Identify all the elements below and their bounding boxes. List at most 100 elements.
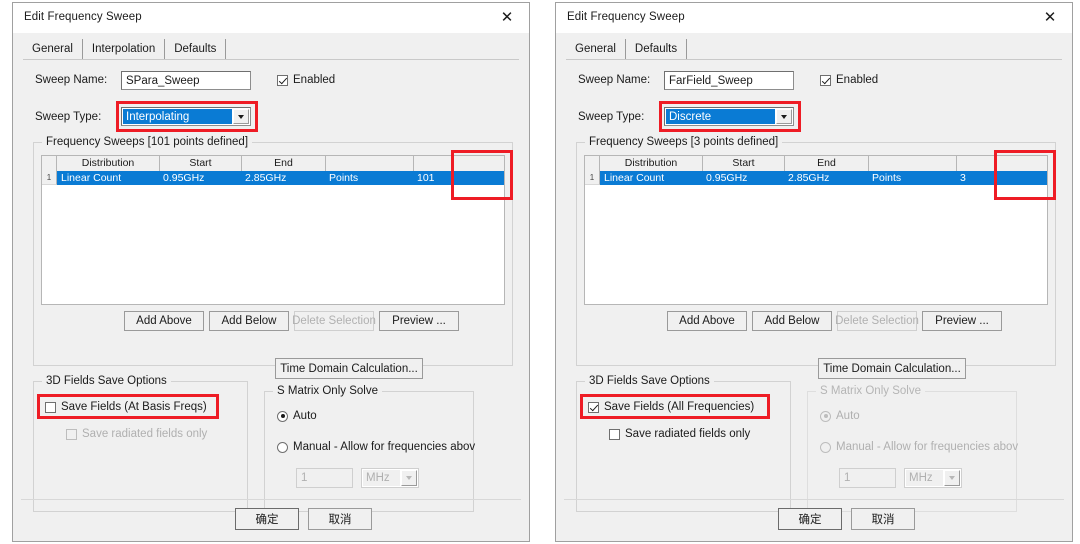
- s-matrix-only-solve-title: S Matrix Only Solve: [273, 385, 382, 397]
- chevron-down-icon: [401, 470, 417, 486]
- radio-circle: [277, 410, 288, 422]
- time-domain-calculation-button[interactable]: Time Domain Calculation...: [818, 358, 966, 379]
- grid-cell-end[interactable]: 2.85GHz: [785, 171, 869, 185]
- title-bar: Edit Frequency Sweep ✕: [556, 3, 1072, 34]
- tab-underline: [566, 59, 1062, 60]
- ok-button[interactable]: 确定: [235, 508, 299, 530]
- preview-button[interactable]: Preview ...: [379, 311, 459, 331]
- time-domain-calculation-button[interactable]: Time Domain Calculation...: [275, 358, 423, 379]
- checkbox-box: [609, 428, 620, 440]
- manual-frequency-unit-combobox: MHz: [904, 468, 962, 488]
- manual-label: Manual - Allow for frequencies abov: [293, 441, 476, 453]
- manual-radio[interactable]: Manual - Allow for frequencies abov: [277, 441, 475, 453]
- save-radiated-fields-checkbox: Save radiated fields only: [66, 428, 207, 440]
- auto-radio[interactable]: Auto: [277, 410, 317, 422]
- frequency-sweeps-grid[interactable]: Distribution Start End 1 Linear Count 0.…: [584, 155, 1048, 305]
- radio-circle: [820, 441, 831, 453]
- grid-corner-cell: [42, 156, 57, 171]
- delete-selection-button: Delete Selection: [292, 311, 376, 331]
- tab-general[interactable]: General: [566, 39, 626, 60]
- close-icon[interactable]: ✕: [1028, 3, 1072, 32]
- manual-label: Manual - Allow for frequencies abov: [836, 441, 1019, 453]
- chevron-down-icon: [944, 470, 960, 486]
- grid-cell-start[interactable]: 0.95GHz: [160, 171, 242, 185]
- dialog-title: Edit Frequency Sweep: [24, 11, 142, 23]
- grid-col-sweep-mode[interactable]: [326, 156, 414, 171]
- tab-interpolation[interactable]: Interpolation: [83, 39, 166, 59]
- tab-defaults[interactable]: Defaults: [165, 39, 227, 59]
- screenshot-root: Edit Frequency Sweep ✕ General Interpola…: [0, 0, 1080, 544]
- frequency-sweeps-grid[interactable]: Distribution Start End 1 Linear Count 0.…: [41, 155, 505, 305]
- edit-frequency-sweep-dialog-right: Edit Frequency Sweep ✕ General Defaults …: [555, 2, 1073, 542]
- auto-label: Auto: [293, 410, 317, 422]
- enabled-label: Enabled: [293, 74, 336, 86]
- tab-general[interactable]: General: [23, 39, 83, 60]
- checkbox-box: [45, 401, 56, 413]
- checkbox-box: [66, 428, 77, 440]
- grid-col-end[interactable]: End: [785, 156, 869, 171]
- save-fields-label: Save Fields (At Basis Freqs): [61, 401, 207, 413]
- sweep-type-combobox[interactable]: Discrete: [664, 107, 794, 126]
- grid-col-end[interactable]: End: [242, 156, 326, 171]
- save-fields-checkbox[interactable]: Save Fields (At Basis Freqs): [45, 401, 207, 413]
- frequency-sweeps-group-title: Frequency Sweeps [101 points defined]: [42, 136, 253, 148]
- ok-button[interactable]: 确定: [778, 508, 842, 530]
- save-radiated-fields-checkbox[interactable]: Save radiated fields only: [609, 428, 750, 440]
- grid-cell-count[interactable]: 3: [957, 171, 1047, 185]
- grid-row-index: 1: [42, 171, 57, 185]
- footer-divider: [564, 499, 1064, 500]
- auto-radio: Auto: [820, 410, 860, 422]
- save-fields-label: Save Fields (All Frequencies): [604, 401, 755, 413]
- grid-corner-cell: [585, 156, 600, 171]
- sweep-name-label: Sweep Name:: [35, 74, 108, 86]
- cancel-button[interactable]: 取消: [851, 508, 915, 530]
- fields-save-options-title: 3D Fields Save Options: [42, 375, 171, 387]
- grid-col-sweep-mode[interactable]: [869, 156, 957, 171]
- sweep-name-input[interactable]: FarField_Sweep: [664, 71, 794, 90]
- enabled-checkbox[interactable]: Enabled: [820, 74, 878, 86]
- save-radiated-fields-label: Save radiated fields only: [82, 428, 208, 440]
- sweep-name-label: Sweep Name:: [578, 74, 651, 86]
- sweep-type-label: Sweep Type:: [578, 111, 645, 123]
- add-above-button[interactable]: Add Above: [667, 311, 747, 331]
- checkbox-box: [277, 74, 288, 86]
- manual-radio: Manual - Allow for frequencies abov: [820, 441, 1018, 453]
- add-below-button[interactable]: Add Below: [752, 311, 832, 331]
- delete-selection-button: Delete Selection: [835, 311, 919, 331]
- fields-save-options-title: 3D Fields Save Options: [585, 375, 714, 387]
- grid-cell-distribution[interactable]: Linear Count: [58, 171, 160, 185]
- grid-cell-count[interactable]: 101: [414, 171, 504, 185]
- manual-frequency-input: 1: [839, 468, 896, 488]
- save-fields-checkbox[interactable]: Save Fields (All Frequencies): [588, 401, 754, 413]
- dialog-client-area: General Defaults Sweep Name: FarField_Sw…: [556, 33, 1072, 541]
- tab-defaults[interactable]: Defaults: [626, 39, 688, 59]
- grid-cell-start[interactable]: 0.95GHz: [703, 171, 785, 185]
- chevron-down-icon[interactable]: [776, 109, 792, 124]
- grid-cell-distribution[interactable]: Linear Count: [601, 171, 703, 185]
- radio-circle: [820, 410, 831, 422]
- grid-col-count[interactable]: [414, 156, 504, 171]
- grid-col-start[interactable]: Start: [703, 156, 785, 171]
- grid-cell-sweep-mode[interactable]: Points: [326, 171, 414, 185]
- chevron-down-icon[interactable]: [233, 109, 249, 124]
- grid-cell-end[interactable]: 2.85GHz: [242, 171, 326, 185]
- grid-col-count[interactable]: [957, 156, 1047, 171]
- grid-col-start[interactable]: Start: [160, 156, 242, 171]
- add-below-button[interactable]: Add Below: [209, 311, 289, 331]
- save-radiated-fields-label: Save radiated fields only: [625, 428, 751, 440]
- grid-col-distribution[interactable]: Distribution: [57, 156, 160, 171]
- sweep-name-input[interactable]: SPara_Sweep: [121, 71, 251, 90]
- sweep-type-combobox[interactable]: Interpolating: [121, 107, 251, 126]
- manual-unit-value: MHz: [906, 470, 943, 486]
- manual-frequency-unit-combobox: MHz: [361, 468, 419, 488]
- close-icon[interactable]: ✕: [485, 3, 529, 32]
- grid-cell-sweep-mode[interactable]: Points: [869, 171, 957, 185]
- cancel-button[interactable]: 取消: [308, 508, 372, 530]
- grid-col-distribution[interactable]: Distribution: [600, 156, 703, 171]
- frequency-sweeps-group-title: Frequency Sweeps [3 points defined]: [585, 136, 783, 148]
- dialog-title: Edit Frequency Sweep: [567, 11, 685, 23]
- add-above-button[interactable]: Add Above: [124, 311, 204, 331]
- preview-button[interactable]: Preview ...: [922, 311, 1002, 331]
- tab-strip: General Interpolation Defaults: [23, 39, 227, 60]
- enabled-checkbox[interactable]: Enabled: [277, 74, 335, 86]
